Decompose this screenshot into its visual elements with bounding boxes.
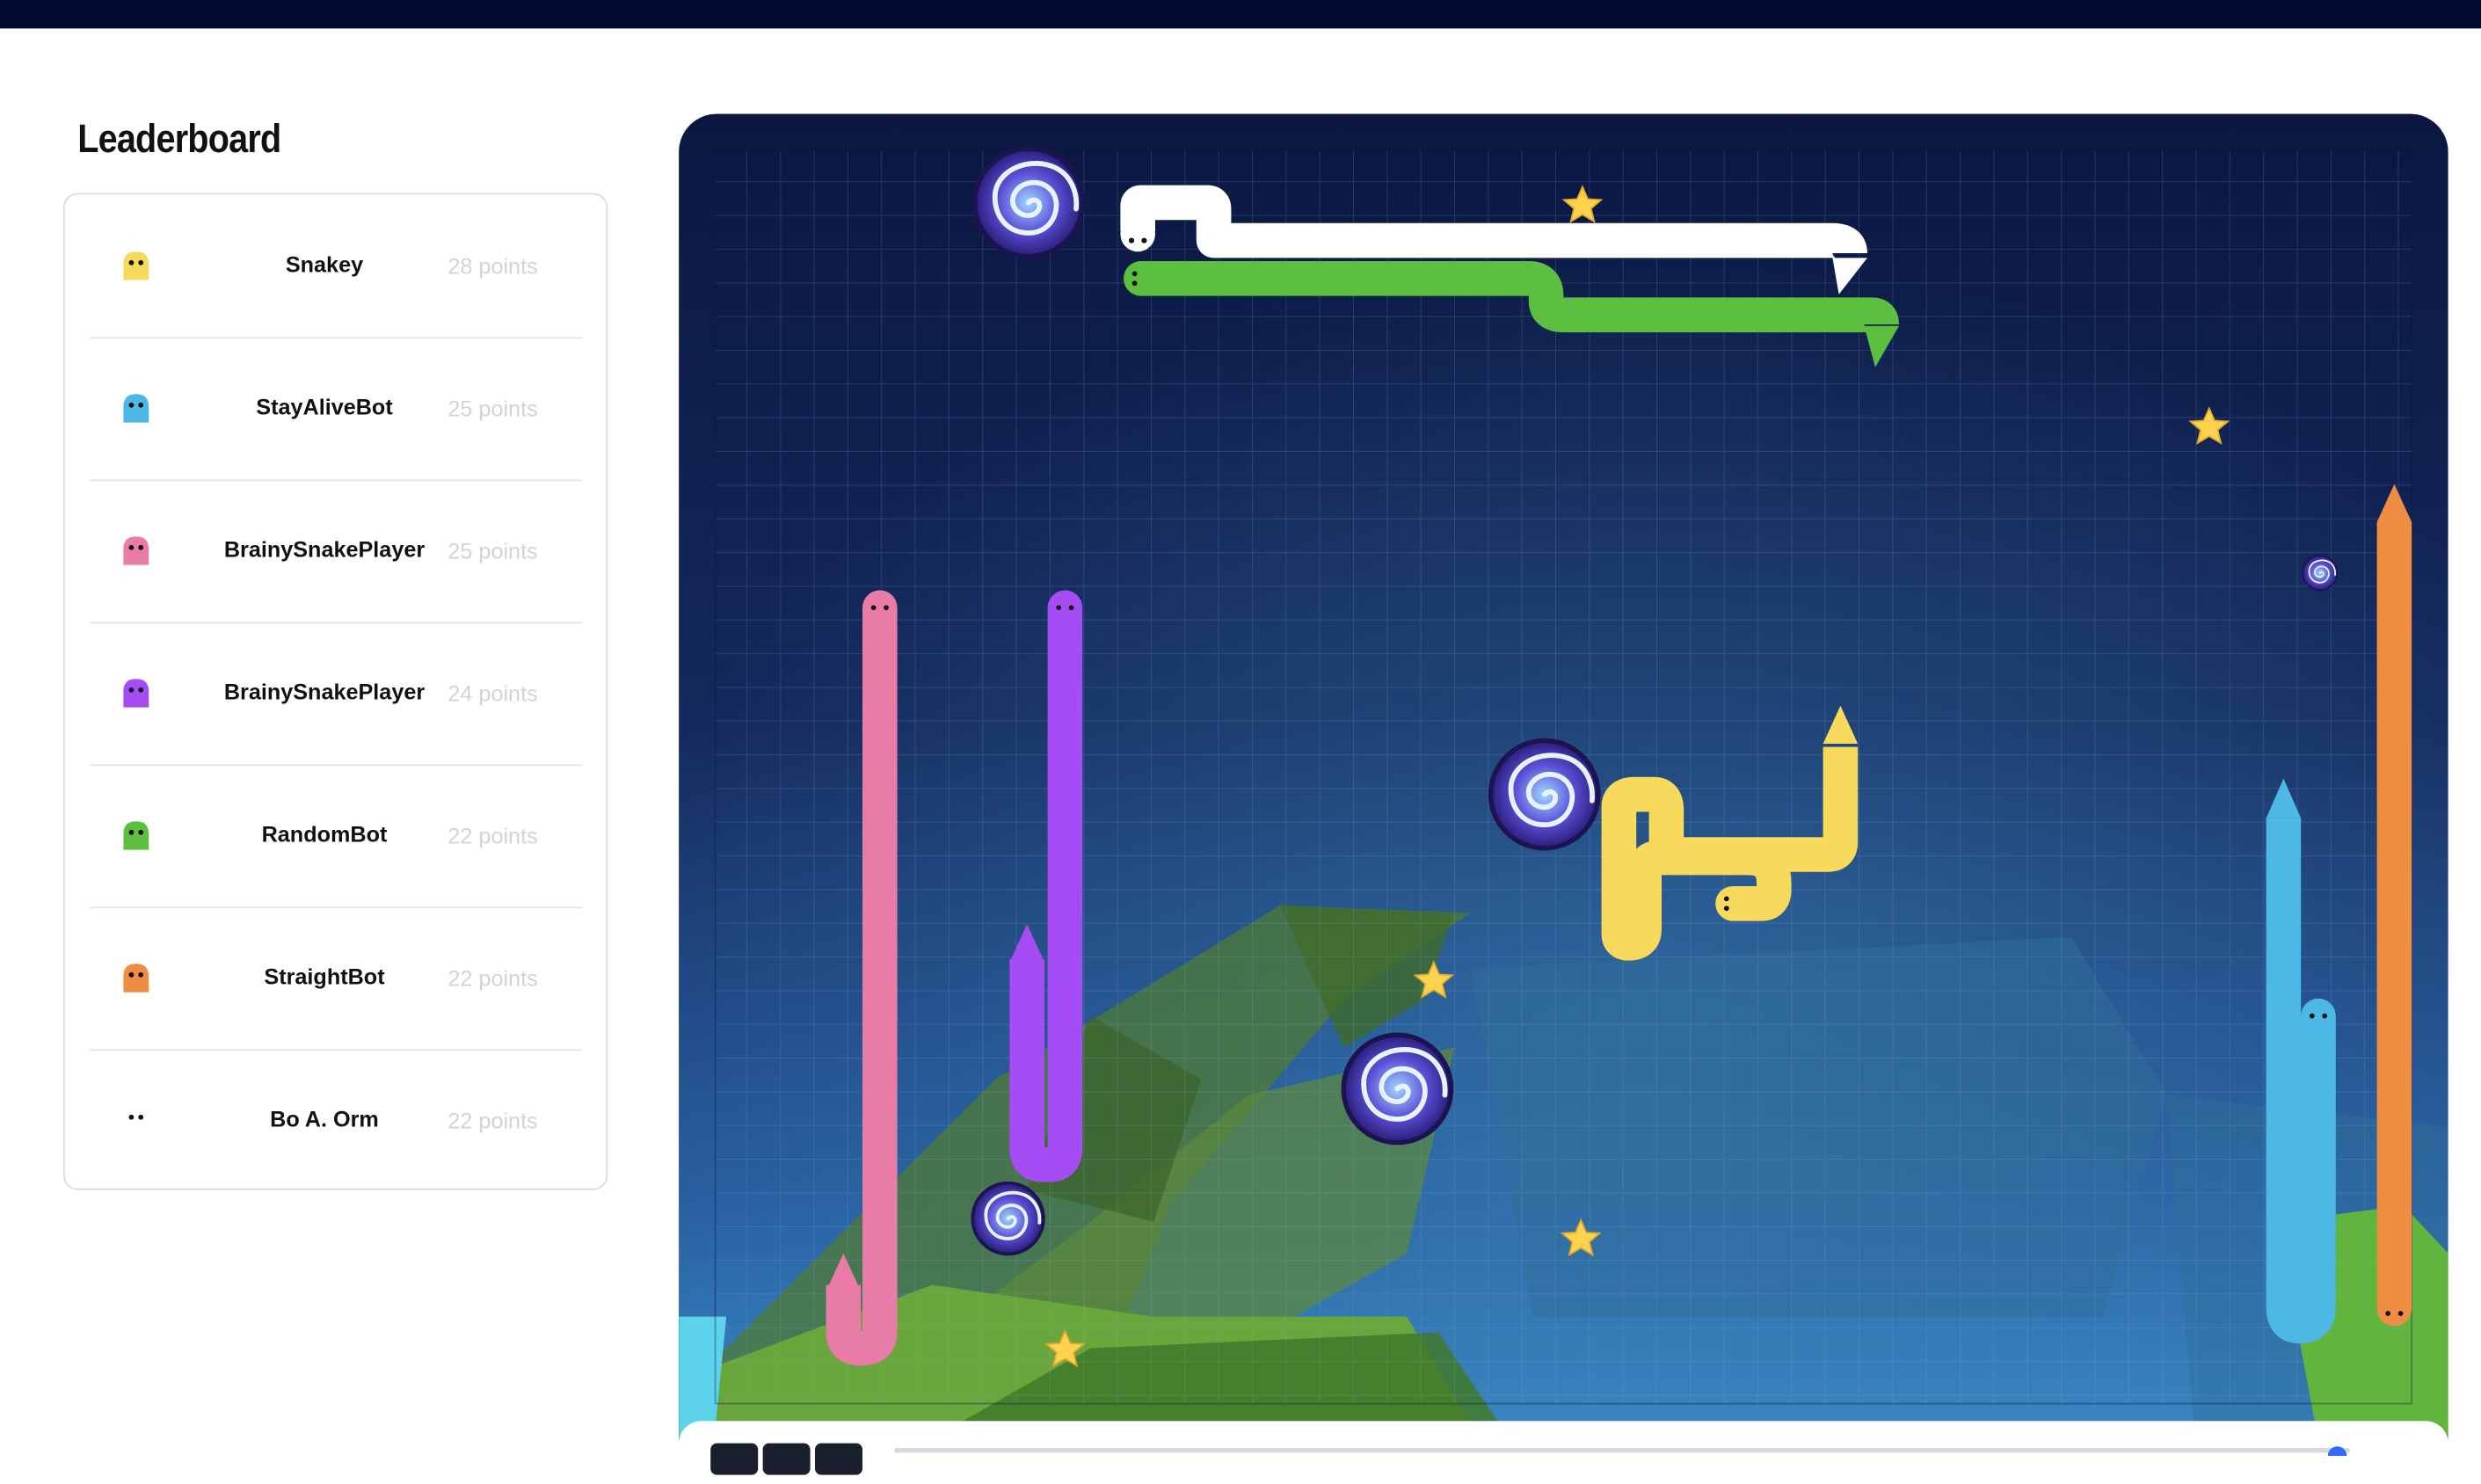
player-points: 25 points (447, 396, 538, 421)
player-name: StayAliveBot (256, 394, 393, 419)
playback-controls (679, 1421, 2448, 1484)
leaderboard-row: BrainySnakePlayer 24 points (90, 622, 583, 767)
portal-icon (1343, 1035, 1451, 1142)
top-navigation-bar (0, 0, 2481, 29)
leaderboard-row: StayAliveBot 25 points (90, 337, 583, 482)
snake-avatar-icon (123, 1106, 149, 1135)
leaderboard-row: Bo A. Orm 22 points (91, 1049, 583, 1191)
skip-forward-button[interactable] (815, 1443, 862, 1475)
leaderboard-row: BrainySnakePlayer 25 points (90, 479, 583, 624)
leaderboard-row: StraightBot 22 points (90, 906, 583, 1051)
leaderboard-title: Leaderboard (77, 117, 281, 162)
snake-avatar-icon (123, 821, 149, 850)
player-name: BrainySnakePlayer (223, 536, 426, 562)
snake-avatar-icon (123, 394, 149, 423)
game-board (679, 113, 2448, 1475)
portal-icon (975, 149, 1082, 256)
game-canvas (679, 113, 2448, 1475)
snake-avatar-icon (123, 679, 149, 708)
skip-back-button[interactable] (710, 1443, 759, 1475)
portal-icon (1491, 740, 1598, 847)
player-points: 22 points (447, 1108, 538, 1133)
leaderboard-panel: Snakey 28 points StayAliveBot 25 points … (63, 193, 608, 1190)
player-points: 24 points (447, 680, 538, 706)
player-points: 22 points (447, 965, 538, 991)
player-name: Bo A. Orm (270, 1106, 379, 1131)
player-name: StraightBot (264, 964, 385, 989)
player-points: 22 points (447, 823, 538, 848)
snake-avatar-icon (123, 536, 149, 565)
leaderboard-row: Snakey 28 points (90, 194, 583, 339)
snake-avatar-icon (123, 964, 149, 993)
play-button[interactable] (762, 1443, 811, 1475)
player-points: 25 points (447, 538, 538, 564)
portal-icon (2302, 555, 2339, 592)
player-points: 28 points (447, 253, 538, 279)
snake-orange (2376, 484, 2412, 1327)
snake-avatar-icon (123, 251, 149, 280)
player-name: RandomBot (261, 821, 388, 847)
leaderboard-row: RandomBot 22 points (90, 764, 583, 909)
player-name: Snakey (285, 251, 364, 277)
player-name: BrainySnakePlayer (223, 679, 426, 704)
portal-icon (971, 1181, 1045, 1256)
